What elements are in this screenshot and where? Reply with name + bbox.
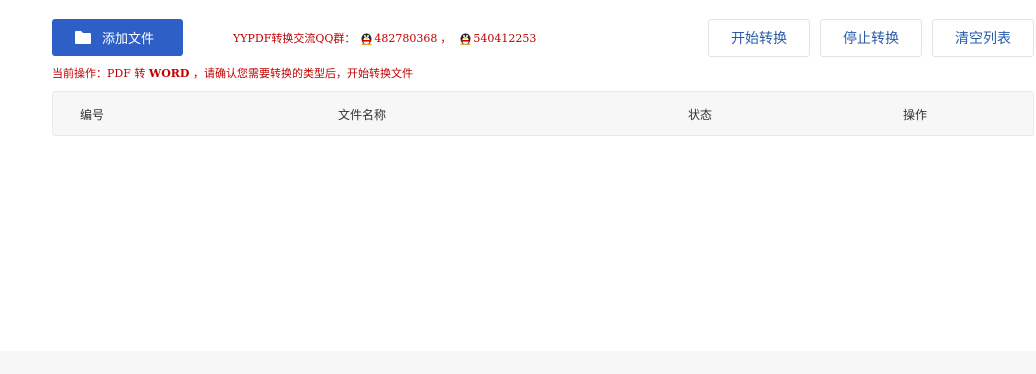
footer-band [0, 351, 1036, 374]
clear-list-button[interactable]: 清空列表 [932, 19, 1034, 57]
qq-group-prefix: YYPDF转换交流QQ群： [233, 32, 356, 45]
column-header-action: 操作 [903, 108, 928, 122]
file-table-header: 编号 文件名称 状态 操作 [52, 91, 1034, 136]
operation-target: WORD [148, 67, 190, 80]
column-header-status: 状态 [688, 108, 713, 122]
qq-number-2: 540412253 [473, 31, 537, 45]
qq-group-info: YYPDF转换交流QQ群： 482780368 ， 540412253 [233, 30, 536, 46]
folder-icon [74, 30, 92, 45]
start-conversion-button[interactable]: 开始转换 [708, 19, 810, 57]
column-header-filename: 文件名称 [338, 108, 387, 122]
qq-penguin-icon [360, 31, 373, 45]
add-files-button[interactable]: 添加文件 [52, 19, 183, 56]
current-operation-text: 当前操作：PDF 转 WORD ，请确认您需要转换的类型后，开始转换文件 [52, 65, 413, 81]
operation-suffix: ，请确认您需要转换的类型后，开始转换文件 [189, 67, 413, 80]
add-files-label: 添加文件 [102, 32, 155, 47]
column-header-number: 编号 [80, 108, 105, 122]
qq-penguin-icon [459, 31, 472, 45]
qq-separator: ， [440, 32, 452, 45]
operation-prefix: 当前操作：PDF 转 [52, 67, 149, 80]
qq-number-1: 482780368 [374, 31, 438, 45]
stop-conversion-button[interactable]: 停止转换 [820, 19, 922, 57]
